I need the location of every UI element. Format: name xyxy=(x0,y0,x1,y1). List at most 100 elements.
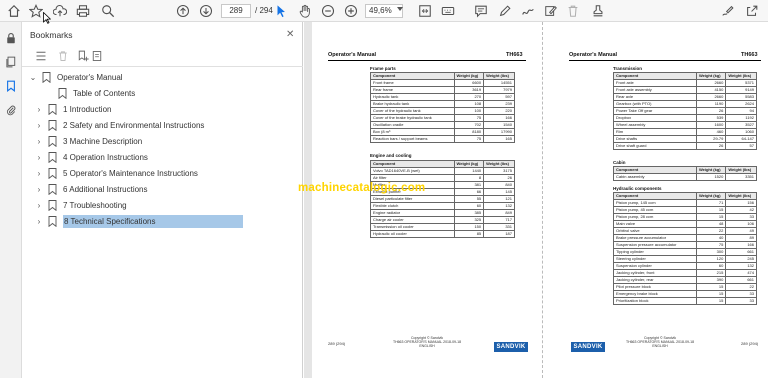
hand-tool-icon[interactable] xyxy=(297,3,313,19)
table-cell: 120 xyxy=(695,255,727,263)
table-cell: Box (8 m³ xyxy=(370,128,455,136)
table-cell: 121 xyxy=(483,195,515,203)
chevron-right-icon[interactable]: › xyxy=(34,105,44,114)
bookmark-properties-icon[interactable] xyxy=(90,49,104,63)
spec-table-cabin: Component Weight (kg) Weight (lbs) Cabin as… xyxy=(613,166,757,181)
table-row: Drive shafts 29-79 64-147 xyxy=(613,135,757,143)
table-row: Engine radiator 385 849 xyxy=(370,209,515,217)
table-row: Tipping cylinder 300 661 xyxy=(613,248,757,256)
table-row: Piston pump, 28 ccm 15 33 xyxy=(613,213,757,221)
table-cell: 5371 xyxy=(725,79,757,87)
edit-text-icon[interactable] xyxy=(543,3,559,19)
column-header: Weight (kg) xyxy=(695,72,727,80)
bookmark-item[interactable]: ⌄ Operator's Manual xyxy=(28,70,123,84)
new-bookmark-icon[interactable] xyxy=(76,49,90,63)
lock-icon[interactable] xyxy=(3,30,19,46)
zoom-out-search-icon[interactable] xyxy=(100,3,116,19)
panel-title: Bookmarks xyxy=(30,30,73,40)
stamp-icon[interactable] xyxy=(590,3,606,19)
table-cell: 661 xyxy=(725,248,757,256)
comment-icon[interactable] xyxy=(473,3,489,19)
next-page-icon[interactable] xyxy=(198,3,214,19)
zoom-in-icon[interactable] xyxy=(343,3,359,19)
table-cell: 60 xyxy=(695,262,727,270)
table-cell: 165 xyxy=(483,135,515,143)
zoom-out-icon[interactable] xyxy=(320,3,336,19)
chevron-right-icon[interactable]: › xyxy=(34,137,44,146)
upload-cloud-icon[interactable] xyxy=(52,3,68,19)
table-cell: 300 xyxy=(695,248,727,256)
table-cell: 717 xyxy=(483,216,515,224)
pages-thumbnails-icon[interactable] xyxy=(3,54,19,70)
table-row: Brake hydraulic tank 108 239 xyxy=(370,100,515,108)
star-icon[interactable] xyxy=(28,3,44,19)
table-row: Brake pressure accumulator 40 89 xyxy=(613,234,757,242)
column-header: Weight (kg) xyxy=(453,160,485,168)
page-number-input[interactable]: 289 xyxy=(221,4,251,18)
bookmark-panel-icon[interactable] xyxy=(3,78,19,94)
bookmark-item[interactable]: › 4 Operation Instructions xyxy=(34,150,148,164)
table-row: Cover of the brake hydraulic tank 75 166 xyxy=(370,114,515,122)
table-cell: Prioritization block xyxy=(613,297,697,305)
table-cell: Diesel particulate filter xyxy=(370,195,455,203)
keyboard-icon[interactable] xyxy=(440,3,456,19)
bookmark-item[interactable]: › 2 Safety and Environmental Instruction… xyxy=(34,118,204,132)
bookmark-item[interactable]: › 7 Troubleshooting xyxy=(34,198,127,212)
bookmark-icon xyxy=(48,215,57,227)
table-cell: 702 xyxy=(453,121,485,129)
bookmark-item-selected[interactable]: › 8 Technical Specifications xyxy=(34,214,244,228)
bookmark-item[interactable]: › 1 Introduction xyxy=(34,102,111,116)
table-row: Steering cylinder 120 245 xyxy=(613,255,757,263)
table-cell: 57 xyxy=(725,142,757,150)
table-row: Charge air cooler 325 717 xyxy=(370,216,515,224)
sign-pen-icon[interactable] xyxy=(720,3,736,19)
table-row: Piston pump, 45 ccm 15 42 xyxy=(613,206,757,214)
section-title: Frame parts xyxy=(370,66,396,71)
print-icon[interactable] xyxy=(75,3,91,19)
table-row: Reaction bars / support beams 75 165 xyxy=(370,135,515,143)
bookmark-options-icon[interactable] xyxy=(34,49,48,63)
chevron-right-icon[interactable]: › xyxy=(34,169,44,178)
watermark-text: machinecatalogic.com xyxy=(298,182,426,194)
chevron-down-icon[interactable]: ⌄ xyxy=(28,73,38,82)
bookmark-item[interactable]: Table of Contents xyxy=(44,86,135,100)
bookmark-label: 3 Machine Description xyxy=(63,136,143,146)
table-cell: 215 xyxy=(695,269,727,277)
page-footer-number: 289 (294) xyxy=(328,341,346,346)
close-icon[interactable]: ✕ xyxy=(286,29,294,40)
bookmark-item[interactable]: › 3 Machine Description xyxy=(34,134,142,148)
share-icon[interactable] xyxy=(744,3,760,19)
chevron-right-icon[interactable]: › xyxy=(34,201,44,210)
home-icon[interactable] xyxy=(6,3,22,19)
highlight-pen-icon[interactable] xyxy=(497,3,513,19)
table-row: Gearbox (with PTO) 1190 2624 xyxy=(613,100,757,108)
table-cell: 1540 xyxy=(483,121,515,129)
select-cursor-icon[interactable] xyxy=(273,3,289,19)
chevron-right-icon[interactable]: › xyxy=(34,121,44,130)
draw-icon[interactable] xyxy=(520,3,536,19)
column-header: Weight (lbs) xyxy=(725,166,757,174)
chevron-right-icon[interactable]: › xyxy=(34,153,44,162)
table-cell: 26 xyxy=(483,174,515,182)
table-cell: Volvo TAD1640VE-B (wet) xyxy=(370,167,455,175)
table-cell: 3527 xyxy=(725,121,757,129)
table-cell: Brake pressure accumulator xyxy=(613,234,697,242)
fit-page-icon[interactable] xyxy=(417,3,433,19)
table-row: Flexible clutch 60 132 xyxy=(370,202,515,210)
table-cell: 29-79 xyxy=(695,135,727,143)
previous-page-icon[interactable] xyxy=(175,3,191,19)
chevron-right-icon[interactable]: › xyxy=(34,185,44,194)
table-cell: Hydraulic oil cooler xyxy=(370,230,455,238)
trash-icon[interactable] xyxy=(565,3,581,19)
chevron-right-icon[interactable]: › xyxy=(34,217,44,226)
delete-bookmark-icon[interactable] xyxy=(56,49,70,63)
column-header: Component xyxy=(613,192,697,200)
table-cell: 55 xyxy=(453,195,485,203)
table-cell: 270 xyxy=(453,93,485,101)
bookmark-item[interactable]: › 5 Operator's Maintenance Instructions xyxy=(34,166,198,180)
table-cell: Front frame xyxy=(370,79,455,87)
table-cell: Suspension pressure accumulator xyxy=(613,241,697,249)
document-viewer[interactable]: Operator's Manual TH663 Frame parts Comp… xyxy=(304,22,768,378)
bookmark-item[interactable]: › 6 Additional Instructions xyxy=(34,182,148,196)
attachment-icon[interactable] xyxy=(3,102,19,118)
